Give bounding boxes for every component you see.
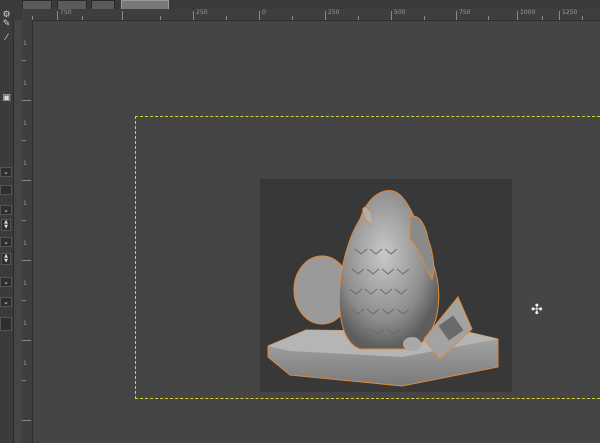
ruler-label: 1	[23, 360, 27, 367]
ruler-label: 750	[60, 9, 72, 16]
tool-options-panel: ⚙ ✎ ⁄ ▣ ⌄ ⌄ ▲ ▼ ⌄ ▲ ▼ ⌄ ⌄	[0, 9, 14, 443]
ruler-tick	[193, 11, 194, 20]
ruler-label: 1	[23, 280, 27, 287]
ruler-tick	[517, 11, 518, 20]
ruler-tick	[22, 340, 31, 341]
ruler-tick	[226, 16, 227, 20]
ruler-tick	[292, 16, 293, 20]
ruler-tick	[22, 180, 31, 181]
horizontal-ruler[interactable]: 750 250 0 250 500 750 1000 1250	[22, 9, 600, 21]
ruler-tick	[358, 16, 359, 20]
ruler-tick	[488, 16, 489, 20]
ruler-corner	[13, 9, 22, 20]
dropdown-toggle[interactable]: ⌄	[0, 205, 12, 215]
ruler-tick	[22, 420, 31, 421]
value-stepper[interactable]: ▲ ▼	[1, 253, 11, 265]
move-cursor-icon: ✣	[531, 302, 543, 318]
pencil-icon[interactable]: ✎	[1, 19, 12, 30]
value-stepper[interactable]: ▲ ▼	[1, 219, 11, 231]
ruler-tick	[22, 140, 26, 141]
ruler-tick	[22, 100, 31, 101]
dropdown-toggle[interactable]: ⌄	[0, 297, 12, 307]
owl-model-render	[267, 190, 499, 387]
ruler-label: 1000	[520, 9, 536, 16]
ruler-label: 250	[328, 9, 340, 16]
ruler-label: 1	[23, 240, 27, 247]
option-button[interactable]	[0, 185, 12, 195]
ruler-label: 1	[23, 320, 27, 327]
ruler-label: 1250	[562, 9, 578, 16]
ruler-tick	[456, 11, 457, 20]
ruler-label: 750	[459, 9, 471, 16]
ruler-label: 1	[23, 40, 27, 47]
ruler-label: 500	[394, 9, 406, 16]
ruler-tick	[22, 260, 31, 261]
ruler-tick	[582, 16, 583, 20]
ruler-tick	[424, 16, 425, 20]
ruler-tick	[22, 300, 26, 301]
ruler-label: 250	[196, 9, 208, 16]
ruler-tick	[122, 11, 123, 20]
ruler-label: 1	[23, 120, 27, 127]
ruler-tick	[22, 60, 26, 61]
dropdown-toggle[interactable]: ⌄	[0, 167, 12, 177]
ruler-tick	[160, 16, 161, 20]
ruler-tick	[82, 16, 83, 20]
ruler-tick	[559, 11, 560, 20]
ruler-label: 0	[262, 9, 266, 16]
image-thumbnail-strip	[0, 0, 600, 10]
eyedropper-icon[interactable]: ⁄	[1, 33, 12, 44]
ruler-tick	[57, 11, 58, 20]
ruler-tick	[391, 11, 392, 20]
ruler-label: 1	[23, 200, 27, 207]
ruler-tick	[542, 16, 543, 20]
ruler-label: 1	[23, 80, 27, 87]
ruler-tick	[22, 380, 26, 381]
dropdown-toggle[interactable]: ⌄	[0, 277, 12, 287]
dropdown-toggle[interactable]: ⌄	[0, 237, 12, 247]
vertical-ruler[interactable]: 1 1 1 1 1 1 1 1 1	[22, 20, 33, 443]
ruler-tick	[259, 11, 260, 20]
ruler-label: 1	[23, 160, 27, 167]
ruler-tick	[325, 11, 326, 20]
ruler-tick	[22, 220, 26, 221]
fit-icon[interactable]: ▣	[1, 93, 12, 104]
option-field[interactable]	[0, 317, 12, 331]
canvas-image[interactable]	[260, 179, 512, 392]
